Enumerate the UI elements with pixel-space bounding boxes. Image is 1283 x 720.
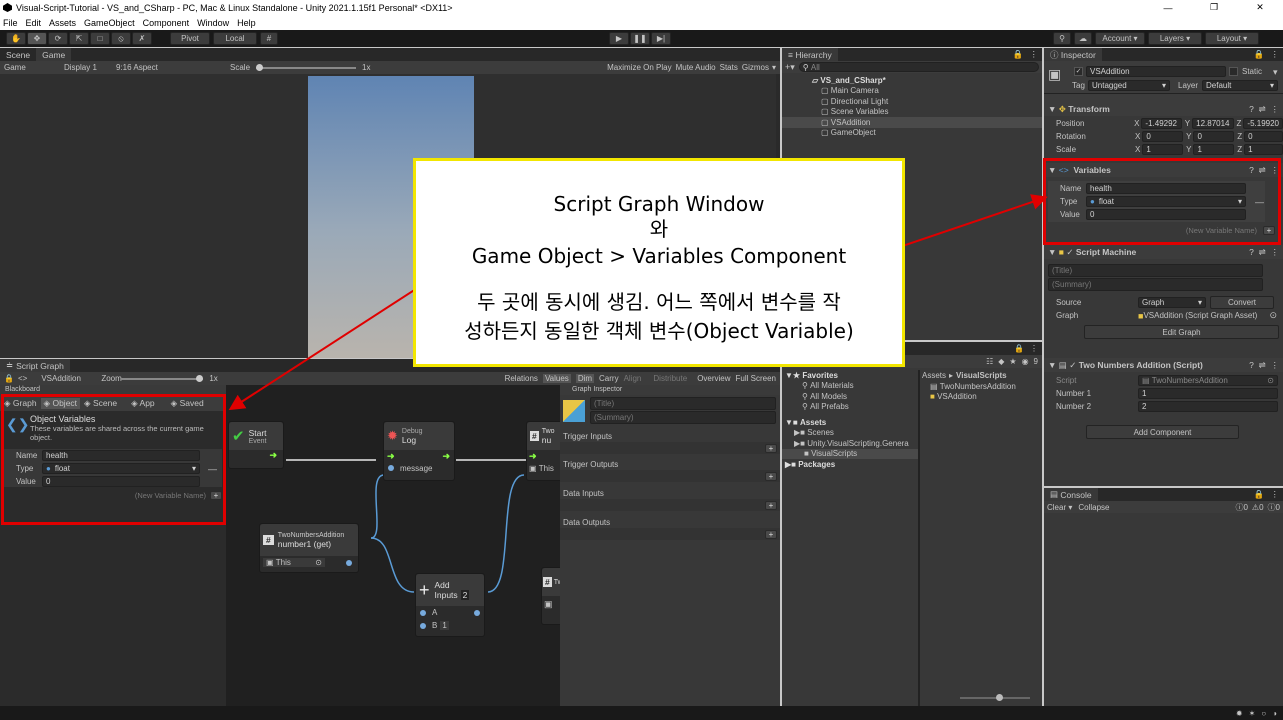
annotation-line-1: Script Graph Window	[553, 192, 765, 216]
annotation-line-4: 두 곳에 동시에 생김. 어느 쪽에서 변수를 작	[477, 290, 841, 314]
annotation-line-5: 성하든지 동일한 객체 변수(Object Variable)	[464, 319, 854, 343]
annotation-line-2: 와	[649, 217, 669, 241]
annotation-line-3: Game Object > Variables Component	[471, 244, 847, 268]
annotation-callout: Script Graph Window 와 Game Object > Vari…	[413, 158, 905, 367]
